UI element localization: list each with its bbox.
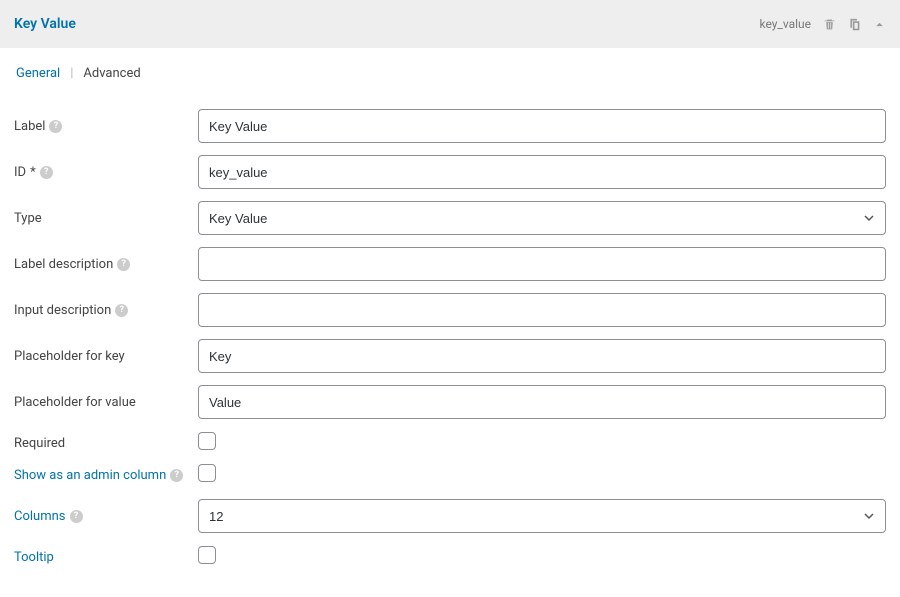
help-icon[interactable]: ? bbox=[170, 469, 183, 482]
label-desc-input[interactable] bbox=[198, 247, 886, 281]
placeholder-key-input[interactable] bbox=[198, 339, 886, 373]
row-label: Label ? bbox=[14, 109, 886, 143]
label-label-text: Label bbox=[14, 119, 45, 134]
required-label: Required bbox=[14, 436, 198, 451]
placeholder-key-label: Placeholder for key bbox=[14, 349, 198, 364]
label-desc-label-text: Label description bbox=[14, 257, 113, 272]
help-icon[interactable]: ? bbox=[40, 166, 53, 179]
placeholder-key-label-text: Placeholder for key bbox=[14, 349, 125, 364]
tabs: General | Advanced bbox=[0, 48, 900, 91]
row-id: ID * ? bbox=[14, 155, 886, 189]
row-required: Required bbox=[14, 431, 886, 455]
help-icon[interactable]: ? bbox=[49, 120, 62, 133]
label-input[interactable] bbox=[198, 109, 886, 143]
row-label-desc: Label description ? bbox=[14, 247, 886, 281]
row-input-desc: Input description ? bbox=[14, 293, 886, 327]
row-columns: Columns ? 12 bbox=[14, 499, 886, 533]
row-placeholder-key: Placeholder for key bbox=[14, 339, 886, 373]
tab-advanced[interactable]: Advanced bbox=[81, 66, 142, 81]
columns-select[interactable]: 12 bbox=[198, 499, 886, 533]
copy-icon[interactable] bbox=[848, 18, 861, 31]
collapse-icon[interactable] bbox=[873, 18, 886, 31]
id-label-text: ID bbox=[14, 165, 26, 180]
required-label-text: Required bbox=[14, 436, 65, 451]
type-select[interactable]: Key Value bbox=[198, 201, 886, 235]
tab-general[interactable]: General bbox=[14, 66, 62, 81]
header-actions: key_value bbox=[760, 17, 887, 31]
tab-divider: | bbox=[70, 66, 73, 81]
tooltip-checkbox[interactable] bbox=[198, 546, 216, 564]
trash-icon[interactable] bbox=[823, 18, 836, 31]
input-desc-label-text: Input description bbox=[14, 303, 111, 318]
admin-column-label: Show as an admin column ? bbox=[14, 468, 198, 483]
form: Label ? ID * ? Type Key Value Label descr… bbox=[0, 91, 900, 597]
label-desc-label: Label description ? bbox=[14, 257, 198, 272]
header-title: Key Value bbox=[14, 16, 76, 32]
input-desc-input[interactable] bbox=[198, 293, 886, 327]
type-label-text: Type bbox=[14, 211, 42, 226]
row-admin-column: Show as an admin column ? bbox=[14, 463, 886, 487]
row-type: Type Key Value bbox=[14, 201, 886, 235]
tooltip-label-text[interactable]: Tooltip bbox=[14, 550, 54, 565]
placeholder-value-label-text: Placeholder for value bbox=[14, 395, 136, 410]
tooltip-label: Tooltip bbox=[14, 550, 198, 565]
help-icon[interactable]: ? bbox=[115, 304, 128, 317]
columns-label-text[interactable]: Columns bbox=[14, 509, 66, 524]
row-placeholder-value: Placeholder for value bbox=[14, 385, 886, 419]
header-id-text: key_value bbox=[760, 17, 812, 31]
help-icon[interactable]: ? bbox=[70, 510, 83, 523]
placeholder-value-label: Placeholder for value bbox=[14, 395, 198, 410]
required-checkbox[interactable] bbox=[198, 432, 216, 450]
input-desc-label: Input description ? bbox=[14, 303, 198, 318]
id-label: ID * ? bbox=[14, 165, 198, 180]
label-label: Label ? bbox=[14, 119, 198, 134]
admin-column-checkbox[interactable] bbox=[198, 464, 216, 482]
admin-column-label-text[interactable]: Show as an admin column bbox=[14, 468, 166, 483]
row-tooltip: Tooltip bbox=[14, 545, 886, 569]
required-mark: * bbox=[30, 165, 36, 180]
type-label: Type bbox=[14, 211, 198, 226]
panel-header: Key Value key_value bbox=[0, 0, 900, 48]
columns-label: Columns ? bbox=[14, 509, 198, 524]
help-icon[interactable]: ? bbox=[117, 258, 130, 271]
id-input[interactable] bbox=[198, 155, 886, 189]
placeholder-value-input[interactable] bbox=[198, 385, 886, 419]
